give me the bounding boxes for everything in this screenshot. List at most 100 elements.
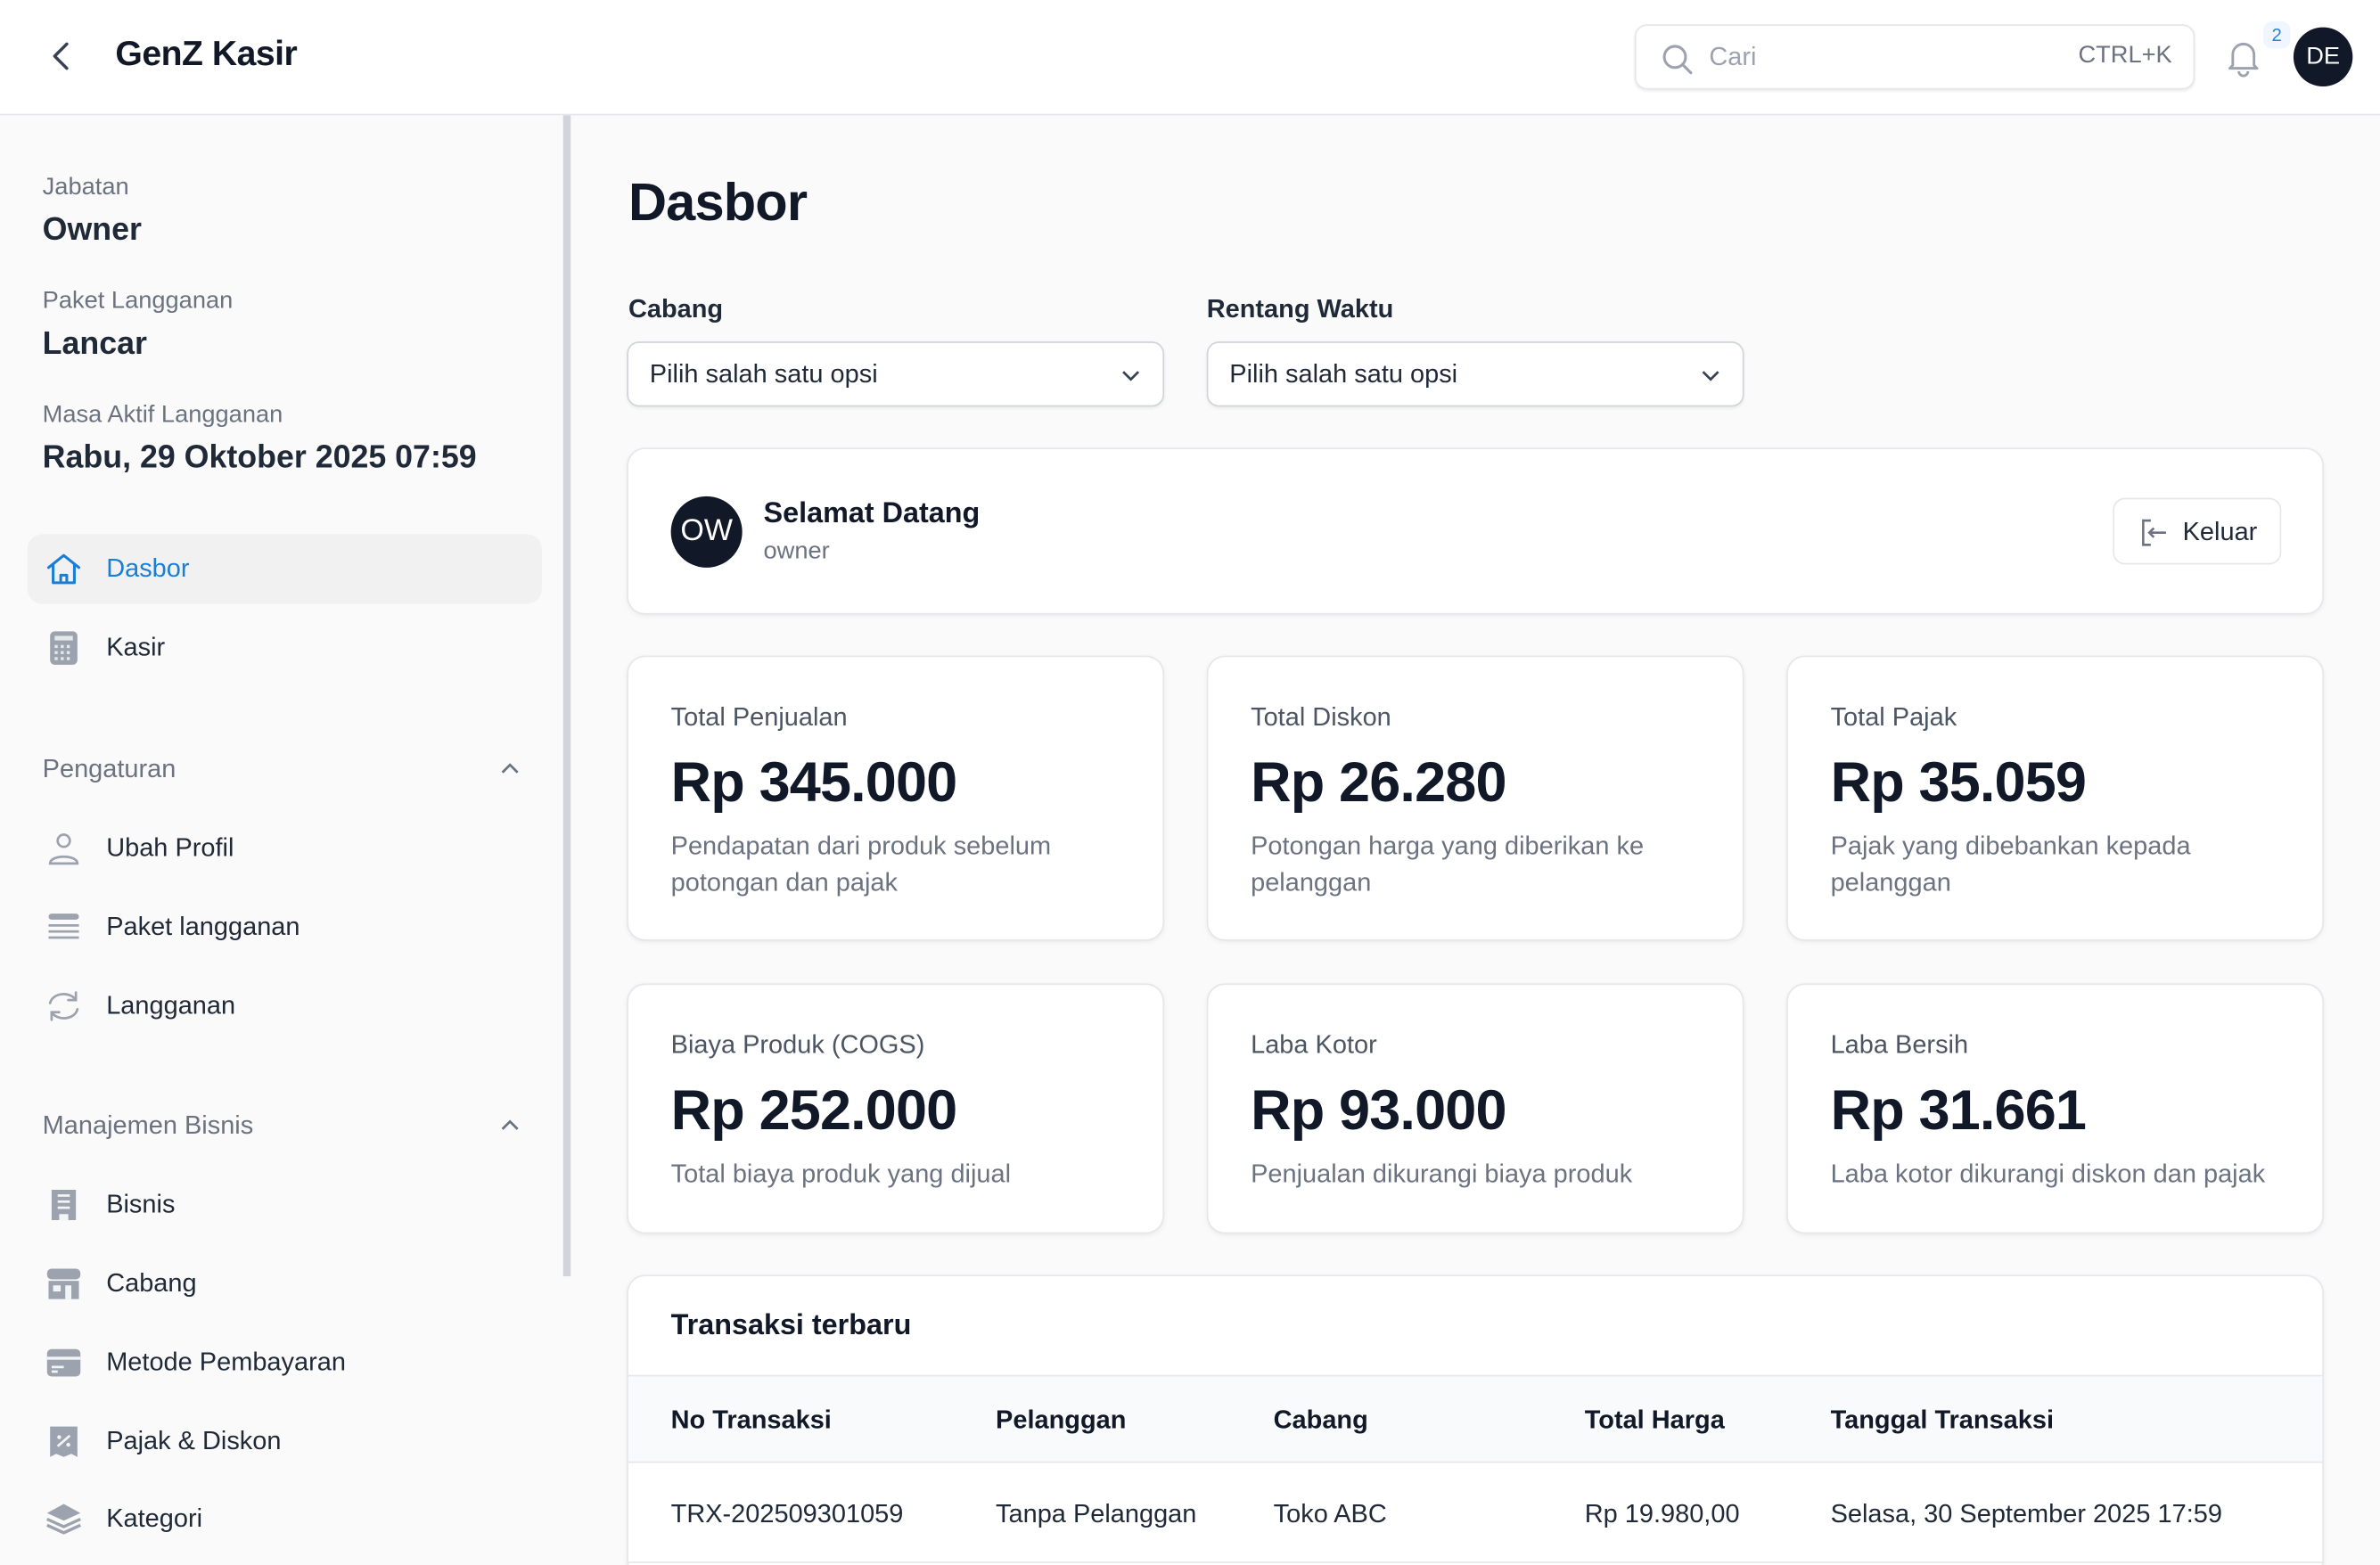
owner-avatar: OW bbox=[671, 496, 743, 568]
sidebar-item-label: Kategori bbox=[106, 1504, 202, 1534]
refresh-icon bbox=[45, 988, 82, 1025]
time-range-select-value: Pilih salah satu opsi bbox=[1229, 360, 1457, 390]
table-header: No Transaksi Pelanggan Cabang Total Harg… bbox=[628, 1375, 2322, 1463]
column-header: Total Harga bbox=[1585, 1405, 1725, 1436]
stat-title: Laba Kotor bbox=[1251, 1030, 1377, 1061]
stat-title: Biaya Produk (COGS) bbox=[671, 1030, 925, 1061]
stat-card-total-pajak: Total Pajak Rp 35.059 Pajak yang dibeban… bbox=[1786, 656, 2324, 941]
column-header: Pelanggan bbox=[996, 1405, 1126, 1436]
stat-value: Rp 252.000 bbox=[671, 1079, 957, 1143]
sidebar-item-label: Metode Pembayaran bbox=[106, 1348, 346, 1378]
column-header: Tanggal Transaksi bbox=[1831, 1405, 2054, 1436]
stat-card-cogs: Biaya Produk (COGS) Rp 252.000 Total bia… bbox=[627, 983, 1164, 1233]
stat-description: Pendapatan dari produk sebelum potongan … bbox=[671, 829, 1112, 902]
welcome-subtitle: owner bbox=[764, 538, 830, 566]
role-value: Owner bbox=[43, 212, 142, 249]
top-header: GenZ Kasir Cari CTRL+K 2 DE bbox=[0, 0, 2380, 115]
calculator-icon bbox=[45, 630, 82, 667]
building-icon bbox=[45, 1187, 82, 1224]
sidebar-item-bisnis[interactable]: Bisnis bbox=[28, 1170, 542, 1240]
branch-select-value: Pilih salah satu opsi bbox=[650, 360, 878, 390]
stat-description: Penjualan dikurangi biaya produk bbox=[1251, 1157, 1752, 1193]
sidebar-item-label: Kasir bbox=[106, 633, 165, 663]
bell-icon[interactable] bbox=[2224, 37, 2263, 79]
cell-transaction-no: TRX-202509301059 bbox=[671, 1499, 904, 1529]
chevron-up-icon bbox=[498, 760, 522, 775]
app-title: GenZ Kasir bbox=[115, 33, 297, 74]
page-title: Dasbor bbox=[628, 173, 807, 234]
sidebar-item-paket-langganan[interactable]: Paket langganan bbox=[28, 892, 542, 962]
branch-filter-label: Cabang bbox=[628, 294, 723, 324]
column-header: No Transaksi bbox=[671, 1405, 832, 1436]
active-period-value: Rabu, 29 Oktober 2025 07:59 bbox=[43, 440, 477, 477]
stat-value: Rp 345.000 bbox=[671, 751, 957, 815]
stat-value: Rp 31.661 bbox=[1831, 1079, 2087, 1143]
logout-button[interactable]: Keluar bbox=[2113, 498, 2281, 565]
time-range-filter-label: Rentang Waktu bbox=[1207, 294, 1394, 324]
chevron-down-icon bbox=[1120, 365, 1142, 386]
section-manajemen-bisnis-toggle[interactable]: Manajemen Bisnis bbox=[43, 1110, 522, 1141]
sidebar-item-pajak-diskon[interactable]: Pajak & Diskon bbox=[28, 1406, 542, 1476]
chevron-down-icon bbox=[1700, 365, 1721, 386]
stat-description: Total biaya produk yang dijual bbox=[671, 1157, 1172, 1193]
branch-select[interactable]: Pilih salah satu opsi bbox=[627, 341, 1164, 406]
sidebar-item-label: Langganan bbox=[106, 991, 235, 1021]
plan-value: Lancar bbox=[43, 326, 147, 363]
active-period-label: Masa Aktif Langganan bbox=[43, 402, 283, 430]
sidebar-item-label: Ubah Profil bbox=[106, 833, 234, 864]
time-range-select[interactable]: Pilih salah satu opsi bbox=[1207, 341, 1744, 406]
sidebar-item-kasir[interactable]: Kasir bbox=[28, 613, 542, 683]
stat-title: Total Diskon bbox=[1251, 702, 1391, 733]
logout-label: Keluar bbox=[2183, 518, 2258, 548]
column-header: Cabang bbox=[1274, 1405, 1368, 1436]
stat-card-total-penjualan: Total Penjualan Rp 345.000 Pendapatan da… bbox=[627, 656, 1164, 941]
cell-total: Rp 19.980,00 bbox=[1585, 1499, 1740, 1529]
user-avatar[interactable]: DE bbox=[2294, 28, 2352, 86]
stat-value: Rp 26.280 bbox=[1251, 751, 1506, 815]
store-icon bbox=[45, 1266, 82, 1302]
cell-customer: Tanpa Pelanggan bbox=[996, 1499, 1196, 1529]
search-shortcut: CTRL+K bbox=[2078, 43, 2171, 70]
table-row[interactable]: TRX-202509301059 Tanpa Pelanggan Toko AB… bbox=[628, 1463, 2322, 1562]
sidebar-item-label: Pajak & Diskon bbox=[106, 1427, 281, 1457]
cell-branch: Toko ABC bbox=[1274, 1499, 1387, 1529]
list-icon bbox=[45, 909, 82, 946]
role-label: Jabatan bbox=[43, 175, 129, 202]
chevron-up-icon bbox=[498, 1117, 522, 1132]
sidebar-scrollbar[interactable] bbox=[563, 115, 571, 1276]
sidebar-item-cabang[interactable]: Cabang bbox=[28, 1249, 542, 1318]
sidebar-item-langganan[interactable]: Langganan bbox=[28, 971, 542, 1041]
welcome-card: OW Selamat Datang owner Keluar bbox=[627, 447, 2324, 614]
stat-card-laba-kotor: Laba Kotor Rp 93.000 Penjualan dikurangi… bbox=[1207, 983, 1744, 1233]
sidebar-item-label: Bisnis bbox=[106, 1190, 175, 1220]
notification-badge: 2 bbox=[2263, 21, 2291, 49]
home-icon bbox=[45, 551, 82, 587]
layers-icon bbox=[45, 1501, 82, 1537]
section-title: Pengaturan bbox=[43, 754, 176, 782]
sidebar-item-kategori[interactable]: Kategori bbox=[28, 1484, 542, 1553]
sidebar-item-label: Cabang bbox=[106, 1269, 196, 1299]
recent-transactions-card: Transaksi terbaru No Transaksi Pelanggan… bbox=[627, 1274, 2324, 1565]
receipt-percent-icon bbox=[45, 1423, 82, 1460]
credit-card-icon bbox=[45, 1345, 82, 1381]
search-input[interactable]: Cari CTRL+K bbox=[1635, 24, 2195, 89]
back-arrow-icon[interactable] bbox=[43, 37, 82, 76]
section-pengaturan-toggle[interactable]: Pengaturan bbox=[43, 754, 522, 784]
stat-title: Total Pajak bbox=[1831, 702, 1957, 733]
stat-card-total-diskon: Total Diskon Rp 26.280 Potongan harga ya… bbox=[1207, 656, 1744, 941]
recent-transactions-title: Transaksi terbaru bbox=[671, 1310, 912, 1343]
search-placeholder: Cari bbox=[1709, 43, 1756, 73]
stat-value: Rp 93.000 bbox=[1251, 1079, 1506, 1143]
sidebar-item-metode-pembayaran[interactable]: Metode Pembayaran bbox=[28, 1328, 542, 1397]
sidebar-item-dasbor[interactable]: Dasbor bbox=[28, 534, 542, 603]
stat-card-laba-bersih: Laba Bersih Rp 31.661 Laba kotor dikuran… bbox=[1786, 983, 2324, 1233]
stat-title: Total Penjualan bbox=[671, 702, 848, 733]
stat-description: Pajak yang dibebankan kepada pelanggan bbox=[1831, 829, 2271, 902]
sidebar-item-ubah-profil[interactable]: Ubah Profil bbox=[28, 814, 542, 883]
welcome-title: Selamat Datang bbox=[764, 498, 981, 531]
stat-description: Potongan harga yang diberikan ke pelangg… bbox=[1251, 829, 1691, 902]
stat-description: Laba kotor dikurangi diskon dan pajak bbox=[1831, 1157, 2332, 1193]
cell-date: Selasa, 30 September 2025 17:59 bbox=[1831, 1499, 2222, 1529]
stat-title: Laba Bersih bbox=[1831, 1030, 1969, 1061]
sidebar-item-label: Dasbor bbox=[106, 554, 189, 585]
